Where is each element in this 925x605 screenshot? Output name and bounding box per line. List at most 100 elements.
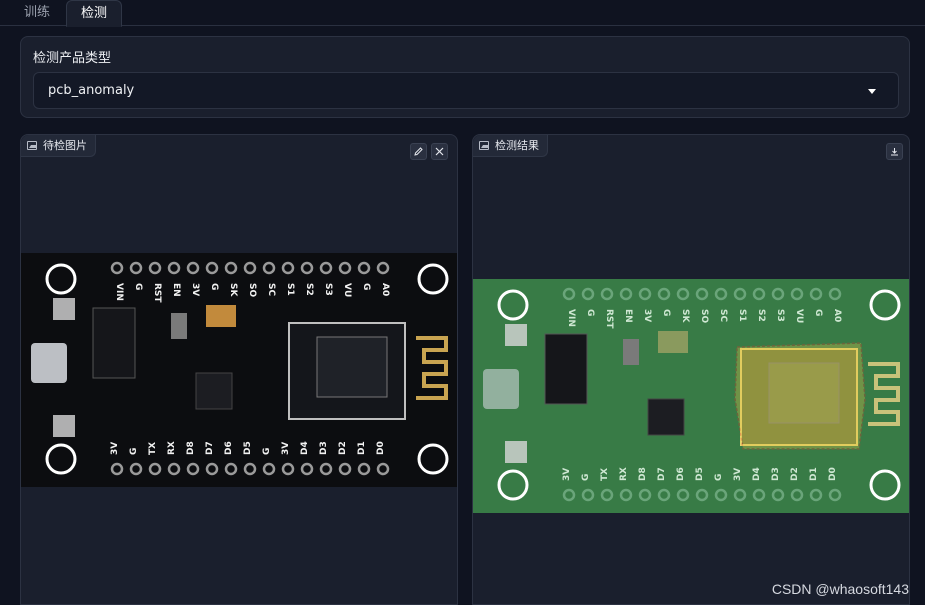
pin-label: S1 [737,309,747,322]
component [623,339,639,365]
anomaly-region [734,342,866,450]
product-type-value: pcb_anomaly [48,83,135,98]
pin-label: 3V [110,442,120,455]
reset-button [53,298,75,320]
pin-label: RST [604,309,614,329]
pin-label: VU [794,309,804,323]
image-icon [27,141,37,150]
pin-label: SK [228,283,238,297]
pin-label: SC [718,309,728,322]
pin-label: EN [171,283,181,297]
download-icon[interactable] [886,143,903,160]
component [171,313,187,339]
tab-train[interactable]: 训练 [12,0,62,26]
pin-label: D6 [224,441,234,455]
flash-button [53,415,75,437]
pin-label: S3 [323,283,333,296]
pin-label: SC [266,283,276,296]
pin-label: VIN [566,309,576,327]
pin-label: D1 [809,467,819,481]
pin-label: SO [699,309,709,323]
pin-label: D0 [376,441,386,455]
pin-label: D7 [205,441,215,455]
pin-label: S2 [756,309,766,322]
pin-label: G [714,474,724,481]
module-chip [316,336,388,398]
flash-button [505,441,527,463]
pin-label: SK [680,309,690,323]
pin-label: 3V [733,468,743,481]
pin-label: SO [247,283,257,297]
pin-label: TX [148,442,158,455]
pin-label: A0 [832,309,842,322]
pin-label: S1 [285,283,295,296]
result-pcb-image: VIN G RST EN 3V G SK SO SC S1 S2 S3 VU G A0 3V G TX RX D8 D7… [473,279,909,513]
watermark: CSDN @whaosoft143 [771,581,909,597]
input-image-panel: 待检图片 VIN G RST EN 3V G SK SO SC S1 S2 S3 VU G A0 3V G TX R… [20,134,458,605]
pin-label: G [585,309,595,316]
chevron-down-icon [868,89,876,94]
pcb-board: VIN G RST EN 3V G SK SO SC S1 S2 S3 VU G A0 3V G TX RX D8 D7… [21,253,457,487]
tab-detect[interactable]: 检测 [66,0,122,27]
pin-label: VIN [114,283,124,301]
pin-label: VU [342,283,352,297]
pin-label: D5 [695,467,705,481]
pin-label: D4 [752,467,762,481]
reset-button [505,324,527,346]
pin-label: G [361,283,371,290]
pin-label: 3V [642,309,652,322]
pin-label: TX [600,468,610,481]
result-image-panel: 检测结果 VIN G RST EN 3V G SK SO SC S1 S2 S3 VU G A0 3V G TX R… [472,134,910,605]
pin-label: G [129,448,139,455]
regulator [647,398,685,436]
pin-label: D2 [338,441,348,455]
pin-label: G [133,283,143,290]
result-image-header: 检测结果 [473,135,548,157]
pin-label: G [581,474,591,481]
input-image-header: 待检图片 [21,135,96,157]
pin-label: D1 [357,441,367,455]
pin-label: A0 [380,283,390,296]
pin-label: 3V [562,468,572,481]
regulator [195,372,233,410]
capacitor [658,331,688,353]
image-icon [479,141,489,150]
pin-label: D6 [676,467,686,481]
product-type-block: 检测产品类型 pcb_anomaly [20,36,910,118]
edit-icon[interactable] [410,143,427,160]
capacitor [206,305,236,327]
pcb-board-result: VIN G RST EN 3V G SK SO SC S1 S2 S3 VU G A0 3V G TX RX D8 D7… [473,279,909,513]
usb-port [483,369,519,409]
pin-label: EN [623,309,633,323]
pin-label: G [813,309,823,316]
pin-label: 3V [281,442,291,455]
pin-label: D7 [657,467,667,481]
pin-label: D3 [319,441,329,455]
pin-label: S3 [775,309,785,322]
pin-label: D3 [771,467,781,481]
pin-label: D5 [243,441,253,455]
pin-label: RX [167,441,177,455]
pin-label: S2 [304,283,314,296]
product-type-dropdown[interactable]: pcb_anomaly [33,72,899,109]
pin-label: D2 [790,467,800,481]
input-image-title: 待检图片 [43,139,87,152]
pin-label: 3V [190,283,200,296]
close-icon[interactable] [431,143,448,160]
pin-label: D8 [186,441,196,455]
ic-chip [92,307,136,379]
tab-bar: 训练 检测 [0,0,925,27]
input-pcb-image: VIN G RST EN 3V G SK SO SC S1 S2 S3 VU G A0 3V G TX RX D8 D7… [21,253,457,487]
pin-label: G [262,448,272,455]
pin-label: D4 [300,441,310,455]
pin-label: G [209,283,219,290]
pin-label: D0 [828,467,838,481]
ic-chip [544,333,588,405]
usb-port [31,343,67,383]
pin-label: D8 [638,467,648,481]
pin-label: RST [152,283,162,303]
pin-label: RX [619,467,629,481]
product-type-label: 检测产品类型 [33,51,112,66]
result-image-title: 检测结果 [495,139,539,152]
pin-label: G [661,309,671,316]
